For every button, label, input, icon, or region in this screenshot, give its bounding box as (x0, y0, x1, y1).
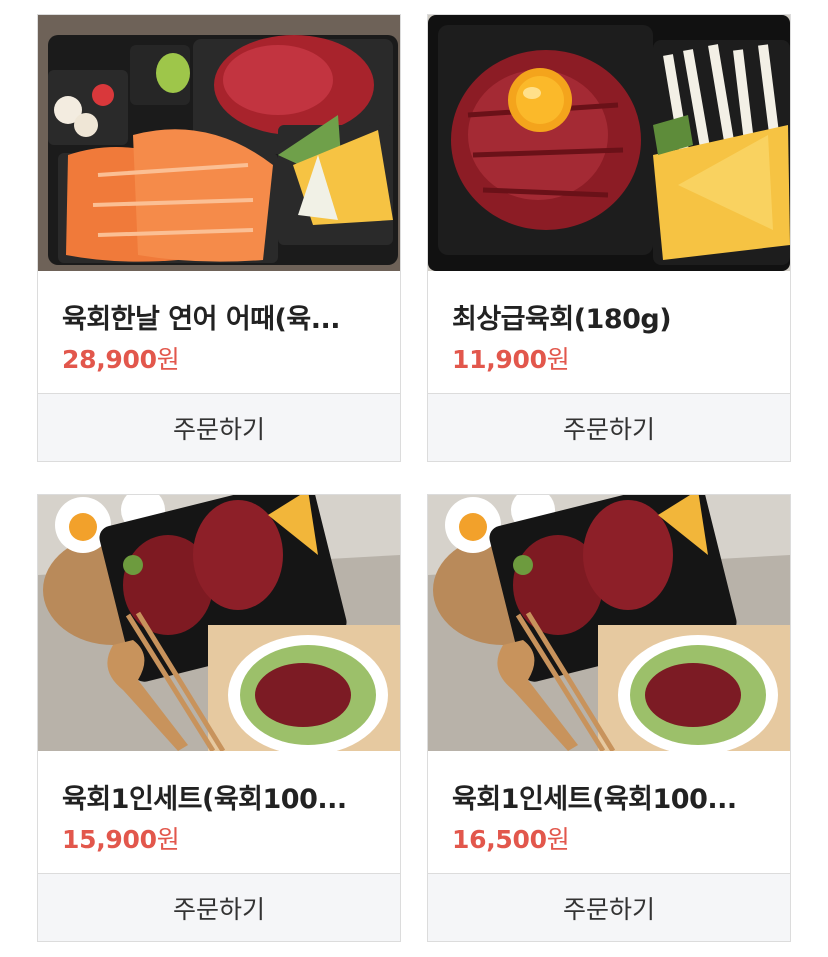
price-unit: 원 (156, 345, 180, 374)
product-card[interactable]: 최상급육회(180g) 11,900원 주문하기 (427, 14, 791, 462)
price-value: 11,900 (452, 345, 547, 374)
product-image[interactable] (428, 495, 790, 751)
order-button[interactable]: 주문하기 (428, 393, 790, 461)
price-unit: 원 (546, 825, 570, 854)
order-button[interactable]: 주문하기 (38, 393, 400, 461)
product-name[interactable]: 육회한날 연어 어때(육... (62, 297, 382, 336)
product-card[interactable]: 육회1인세트(육회100... 16,500원 주문하기 (427, 494, 791, 942)
price-value: 28,900 (62, 345, 157, 374)
product-image[interactable] (428, 15, 790, 271)
product-name[interactable]: 육회1인세트(육회100... (452, 777, 772, 816)
product-name[interactable]: 육회1인세트(육회100... (62, 777, 382, 816)
product-card[interactable]: 육회한날 연어 어때(육... 28,900원 주문하기 (37, 14, 401, 462)
price-value: 15,900 (62, 825, 157, 854)
price-unit: 원 (546, 345, 570, 374)
price-unit: 원 (156, 825, 180, 854)
product-price: 15,900원 (62, 820, 180, 856)
product-price: 28,900원 (62, 340, 180, 376)
product-price: 11,900원 (452, 340, 570, 376)
product-card[interactable]: 육회1인세트(육회100... 15,900원 주문하기 (37, 494, 401, 942)
product-price: 16,500원 (452, 820, 570, 856)
price-value: 16,500 (452, 825, 547, 854)
product-image[interactable] (38, 15, 400, 271)
product-image[interactable] (38, 495, 400, 751)
product-name[interactable]: 최상급육회(180g) (452, 297, 772, 336)
order-button[interactable]: 주문하기 (428, 873, 790, 941)
order-button[interactable]: 주문하기 (38, 873, 400, 941)
product-grid: 육회한날 연어 어때(육... 28,900원 주문하기 최상급육회(180g)… (0, 0, 828, 957)
